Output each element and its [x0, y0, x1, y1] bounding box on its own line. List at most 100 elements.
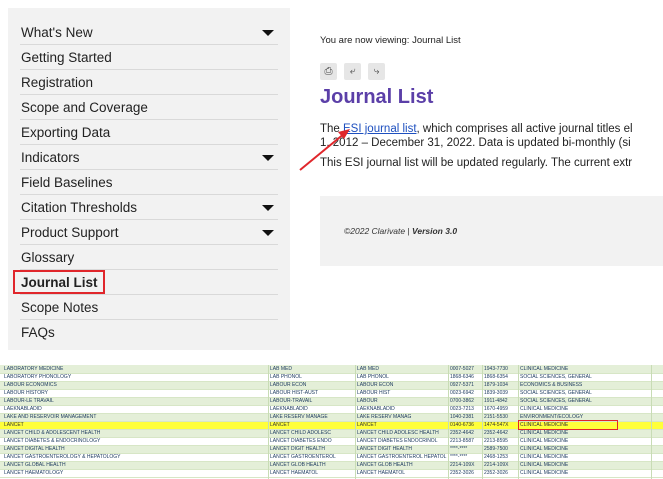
- annotation-cell-box: [518, 420, 618, 430]
- sidebar-item-label: Field Baselines: [21, 175, 113, 190]
- table-cell: CLINICAL MEDICINE: [520, 470, 569, 476]
- table-cell: 1943-7730: [484, 366, 508, 372]
- chevron-down-icon[interactable]: [262, 205, 274, 211]
- table-cell: LAB MED: [357, 366, 379, 372]
- table-cell: LAB PHONOL: [357, 374, 389, 380]
- table-row: LABOUR ECONOMICS LABOUR ECON LABOUR ECON 09…: [0, 381, 663, 390]
- back-arrow-icon[interactable]: ⤶: [344, 63, 361, 80]
- sidebar-item-what-s-new[interactable]: What's New: [20, 20, 278, 45]
- print-icon[interactable]: ⎙: [320, 63, 337, 80]
- table-cell: 0927-5371: [450, 382, 474, 388]
- sidebar-item-getting-started[interactable]: Getting Started: [20, 45, 278, 70]
- sidebar-item-label: Glossary: [21, 250, 75, 265]
- table-cell: LABOUR-TRAVAIL: [270, 398, 313, 404]
- sidebar-item-label: Scope and Coverage: [21, 100, 148, 115]
- version-text: Version 3.0: [412, 226, 458, 236]
- annotation-highlight-box: [13, 270, 105, 294]
- table-cell: CLINICAL MEDICINE: [520, 438, 569, 444]
- sidebar-item-indicators[interactable]: Indicators: [20, 145, 278, 170]
- sidebar-item-product-support[interactable]: Product Support: [20, 220, 278, 245]
- table-cell: LAB PHONOL: [270, 374, 302, 380]
- chevron-down-icon[interactable]: [262, 230, 274, 236]
- table-cell: SOCIAL SCIENCES, GENERAL: [520, 374, 592, 380]
- table-cell: LABORATORY MEDICINE: [4, 366, 64, 372]
- chevron-down-icon[interactable]: [262, 30, 274, 36]
- table-row: LANCET GASTROENTEROLOGY & HEPATOLOGY LANC…: [0, 453, 663, 462]
- table-cell: CLINICAL MEDICINE: [520, 430, 569, 436]
- copyright-text: ©2022 Clarivate |: [344, 226, 413, 236]
- footer-copyright: ©2022 Clarivate | Version 3.0: [344, 226, 457, 236]
- table-cell: LAB MED: [270, 366, 292, 372]
- table-cell: ECONOMICS & BUSINESS: [520, 382, 583, 388]
- table-cell: 2214-109X: [484, 462, 509, 468]
- table-cell: LANCET DIGIT HEALTH: [357, 446, 413, 452]
- table-cell: LANCET GLOB HEALTH: [270, 462, 326, 468]
- table-cell: SOCIAL SCIENCES, GENERAL: [520, 398, 592, 404]
- table-cell: SOCIAL SCIENCES, GENERAL: [520, 390, 592, 396]
- table-cell: LABOUR-LE TRAVAIL: [4, 398, 54, 404]
- sidebar-item-glossary[interactable]: Glossary: [20, 245, 278, 270]
- table-cell: 0140-6736: [450, 422, 474, 428]
- table-cell: 0700-3862: [450, 398, 474, 404]
- sidebar-item-scope-notes[interactable]: Scope Notes: [20, 295, 278, 320]
- table-row: LANCET DIGITAL HEALTH LANCET DIGIT HEALTH…: [0, 445, 663, 454]
- table-cell: LANCET GASTROENTEROLOGY & HEPATOLOGY: [4, 454, 121, 460]
- sidebar: What's New Getting Started Registration Sco…: [8, 8, 290, 350]
- table-cell: LANCET: [270, 422, 290, 428]
- table-cell: LABORATORY PHONOLOGY: [4, 374, 72, 380]
- table-cell: 2589-7500: [484, 446, 508, 452]
- table-row: LABOUR-LE TRAVAIL LABOUR-TRAVAIL LABOUR 070…: [0, 397, 663, 406]
- esi-journal-list-link[interactable]: ESI journal list: [343, 123, 417, 135]
- table-cell: 2352-4642: [484, 430, 508, 436]
- intro-paragraph-line1: The ESI journal list, which comprises al…: [320, 123, 633, 135]
- intro-text: The: [320, 123, 344, 135]
- table-cell: ****-****: [450, 454, 468, 460]
- main-content: You are now viewing: Journal List ⎙ ⤶ ⤷ …: [320, 0, 663, 350]
- table-cell: LAEKNABLADID: [4, 406, 42, 412]
- table-cell: LANCET DIGIT HEALTH: [270, 446, 326, 452]
- table-cell: CLINICAL MEDICINE: [520, 462, 569, 468]
- sidebar-item-label: Citation Thresholds: [21, 200, 138, 215]
- page-title: Journal List: [320, 86, 434, 108]
- sidebar-item-exporting-data[interactable]: Exporting Data: [20, 120, 278, 145]
- table-row: LANCET HAEMATOLOGY LANCET HAEMATOL LANCET …: [0, 469, 663, 478]
- sidebar-item-label: Scope Notes: [21, 300, 99, 315]
- table-cell: LANCET: [357, 422, 377, 428]
- sidebar-item-label: Indicators: [21, 150, 80, 165]
- table-cell: 1868-6346: [450, 374, 474, 380]
- sidebar-item-label: Getting Started: [21, 50, 112, 65]
- sidebar-item-label: FAQs: [21, 325, 55, 340]
- table-cell: 2213-8595: [484, 438, 508, 444]
- chevron-down-icon[interactable]: [262, 155, 274, 161]
- breadcrumb: You are now viewing: Journal List: [320, 35, 461, 46]
- table-cell: 1839-3039: [484, 390, 508, 396]
- table-cell: 0023-6942: [450, 390, 474, 396]
- table-cell: LANCET HAEMATOL: [357, 470, 406, 476]
- table-cell: CLINICAL MEDICINE: [520, 446, 569, 452]
- journal-spreadsheet: LANCET HAEMATOLOGY LANCET HAEMATOL LANCET …: [0, 365, 663, 479]
- table-cell: LAEKNABLADID: [357, 406, 395, 412]
- table-cell: CLINICAL MEDICINE: [520, 366, 569, 372]
- table-cell: 2468-1253: [484, 454, 508, 460]
- sidebar-item-label: Exporting Data: [21, 125, 111, 140]
- sidebar-item-scope-and-coverage[interactable]: Scope and Coverage: [20, 95, 278, 120]
- table-row: LANCET CHILD & ADOLESCENT HEALTH LANCET C…: [0, 429, 663, 438]
- forward-arrow-icon[interactable]: ⤷: [368, 63, 385, 80]
- table-cell: LANCET: [4, 422, 24, 428]
- table-cell: LANCET DIABETES ENDOCRINOL: [357, 438, 438, 444]
- sidebar-item-registration[interactable]: Registration: [20, 70, 278, 95]
- table-cell: LAKE RESERV MANAGE: [270, 414, 328, 420]
- table-cell: 1868-6354: [484, 374, 508, 380]
- table-cell: 0007-5027: [450, 366, 474, 372]
- table-cell: LANCET CHILD & ADOLESCENT HEALTH: [4, 430, 101, 436]
- table-cell: LANCET GLOB HEALTH: [357, 462, 413, 468]
- table-cell: LABOUR HIST: [357, 390, 391, 396]
- table-cell: LANCET GASTROENTEROL: [270, 454, 336, 460]
- sidebar-item-field-baselines[interactable]: Field Baselines: [20, 170, 278, 195]
- table-row: LANCET GLOBAL HEALTH LANCET GLOB HEALTH LA…: [0, 461, 663, 470]
- sidebar-item-citation-thresholds[interactable]: Citation Thresholds: [20, 195, 278, 220]
- sidebar-item-faqs[interactable]: FAQs: [20, 320, 278, 345]
- table-cell: LANCET CHILD ADOLESC: [270, 430, 332, 436]
- table-row: LABORATORY PHONOLOGY LAB PHONOL LAB PHONOL…: [0, 373, 663, 382]
- table-cell: LABOUR ECON: [357, 382, 394, 388]
